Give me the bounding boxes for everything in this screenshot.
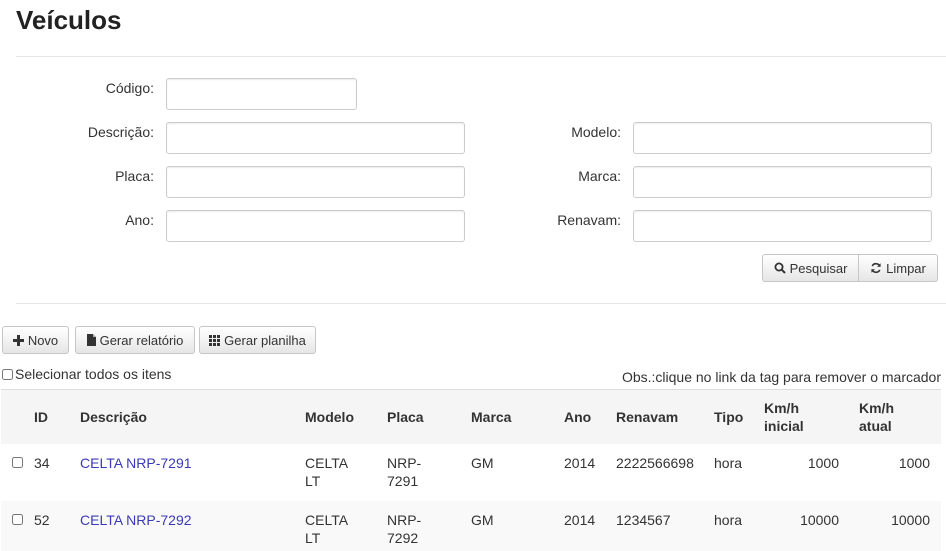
modelo-input[interactable] <box>633 122 932 154</box>
table-row: 52 CELTA NRP-7292 CELTA LT NRP- 7292 GM 20… <box>1 500 941 551</box>
cell-ano: 2014 <box>564 500 616 551</box>
cell-tipo: hora <box>714 443 764 501</box>
renavam-input[interactable] <box>633 210 932 242</box>
cell-placa: NRP- 7291 <box>387 443 471 501</box>
cell-km-inicial: 1000 <box>764 443 859 501</box>
descricao-label: Descrição: <box>87 124 154 140</box>
header-km-inicial-line1: Km/h <box>764 399 799 416</box>
header-select <box>1 389 34 444</box>
generate-spreadsheet-label: Gerar planilha <box>224 332 306 348</box>
renavam-label: Renavam: <box>557 212 621 228</box>
cell-placa-line1: NRP- <box>387 454 422 471</box>
cell-marca: GM <box>471 500 564 551</box>
cell-modelo-line2: LT <box>305 529 321 546</box>
select-all-label: Selecionar todos os itens <box>15 366 172 382</box>
header-marca[interactable]: Marca <box>471 389 564 444</box>
placa-label: Placa: <box>115 168 154 184</box>
placa-input[interactable] <box>166 166 465 198</box>
cell-placa-line2: 7292 <box>387 529 419 546</box>
marca-input[interactable] <box>633 166 932 198</box>
header-km-atual-line1: Km/h <box>859 399 894 416</box>
cell-placa: NRP- 7292 <box>387 500 471 551</box>
cell-placa-line2: 7291 <box>387 472 419 489</box>
cell-renavam: 2222566698 <box>616 443 714 501</box>
header-descricao[interactable]: Descrição <box>80 389 305 444</box>
generate-spreadsheet-button[interactable]: Gerar planilha <box>199 326 316 354</box>
plus-icon <box>12 334 24 346</box>
search-icon <box>774 262 786 274</box>
row-select-cell <box>1 500 34 551</box>
header-modelo[interactable]: Modelo <box>305 389 387 444</box>
clear-button-label: Limpar <box>886 260 926 276</box>
ano-input[interactable] <box>166 210 465 242</box>
header-km-inicial-line2: inicial <box>764 417 804 434</box>
vehicles-table: ID Descrição Modelo Placa Marca Ano Rena… <box>1 389 941 551</box>
divider <box>16 303 946 304</box>
codigo-label: Código: <box>105 80 154 96</box>
select-all[interactable]: Selecionar todos os itens <box>2 366 171 382</box>
header-km-atual[interactable]: Km/h atual <box>859 389 941 444</box>
cell-descricao: CELTA NRP-7291 <box>80 443 305 501</box>
cell-km-atual: 10000 <box>859 500 941 551</box>
header-km-inicial[interactable]: Km/h inicial <box>764 389 859 444</box>
new-button-label: Novo <box>27 332 59 348</box>
search-button-label: Pesquisar <box>789 260 848 276</box>
cell-renavam: 1234567 <box>616 500 714 551</box>
marca-label: Marca: <box>578 168 621 184</box>
select-all-checkbox[interactable] <box>2 368 13 380</box>
generate-report-button[interactable]: Gerar relatório <box>75 326 195 354</box>
descricao-input[interactable] <box>166 122 465 154</box>
refresh-icon <box>871 262 881 274</box>
new-button[interactable]: Novo <box>2 326 69 354</box>
cell-descricao: CELTA NRP-7292 <box>80 500 305 551</box>
ano-label: Ano: <box>125 212 154 228</box>
header-id[interactable]: ID <box>34 389 80 444</box>
header-ano[interactable]: Ano <box>564 389 616 444</box>
cell-tipo: hora <box>714 500 764 551</box>
cell-ano: 2014 <box>564 443 616 501</box>
cell-modelo-line1: CELTA <box>305 454 349 471</box>
header-placa[interactable]: Placa <box>387 389 471 444</box>
row-select-cell <box>1 443 34 501</box>
cell-placa-line1: NRP- <box>387 511 422 528</box>
cell-modelo-line1: CELTA <box>305 511 349 528</box>
codigo-input[interactable] <box>166 78 357 110</box>
cell-km-inicial: 10000 <box>764 500 859 551</box>
cell-modelo: CELTA LT <box>305 500 387 551</box>
header-tipo[interactable]: Tipo <box>714 389 764 444</box>
generate-report-label: Gerar relatório <box>99 332 184 348</box>
divider <box>16 56 946 57</box>
page-title: Veículos <box>16 5 122 35</box>
cell-id: 52 <box>34 500 80 551</box>
cell-marca: GM <box>471 443 564 501</box>
cell-modelo: CELTA LT <box>305 443 387 501</box>
table-row: 34 CELTA NRP-7291 CELTA LT NRP- 7291 GM 20… <box>1 443 941 501</box>
search-button[interactable]: Pesquisar <box>762 254 859 282</box>
cell-id: 34 <box>34 443 80 501</box>
clear-button[interactable]: Limpar <box>859 254 938 282</box>
row-checkbox[interactable] <box>12 513 23 525</box>
grid-icon <box>209 334 221 346</box>
vehicle-link[interactable]: CELTA NRP-7291 <box>80 455 192 471</box>
cell-km-atual: 1000 <box>859 443 941 501</box>
vehicle-link[interactable]: CELTA NRP-7292 <box>80 512 192 528</box>
observation-note: Obs.:clique no link da tag para remover … <box>621 369 941 385</box>
cell-modelo-line2: LT <box>305 472 321 489</box>
table-header: ID Descrição Modelo Placa Marca Ano Rena… <box>1 389 941 444</box>
file-icon <box>86 334 96 346</box>
header-km-atual-line2: atual <box>859 417 892 434</box>
row-checkbox[interactable] <box>12 456 23 468</box>
header-renavam[interactable]: Renavam <box>616 389 714 444</box>
modelo-label: Modelo: <box>571 124 621 140</box>
